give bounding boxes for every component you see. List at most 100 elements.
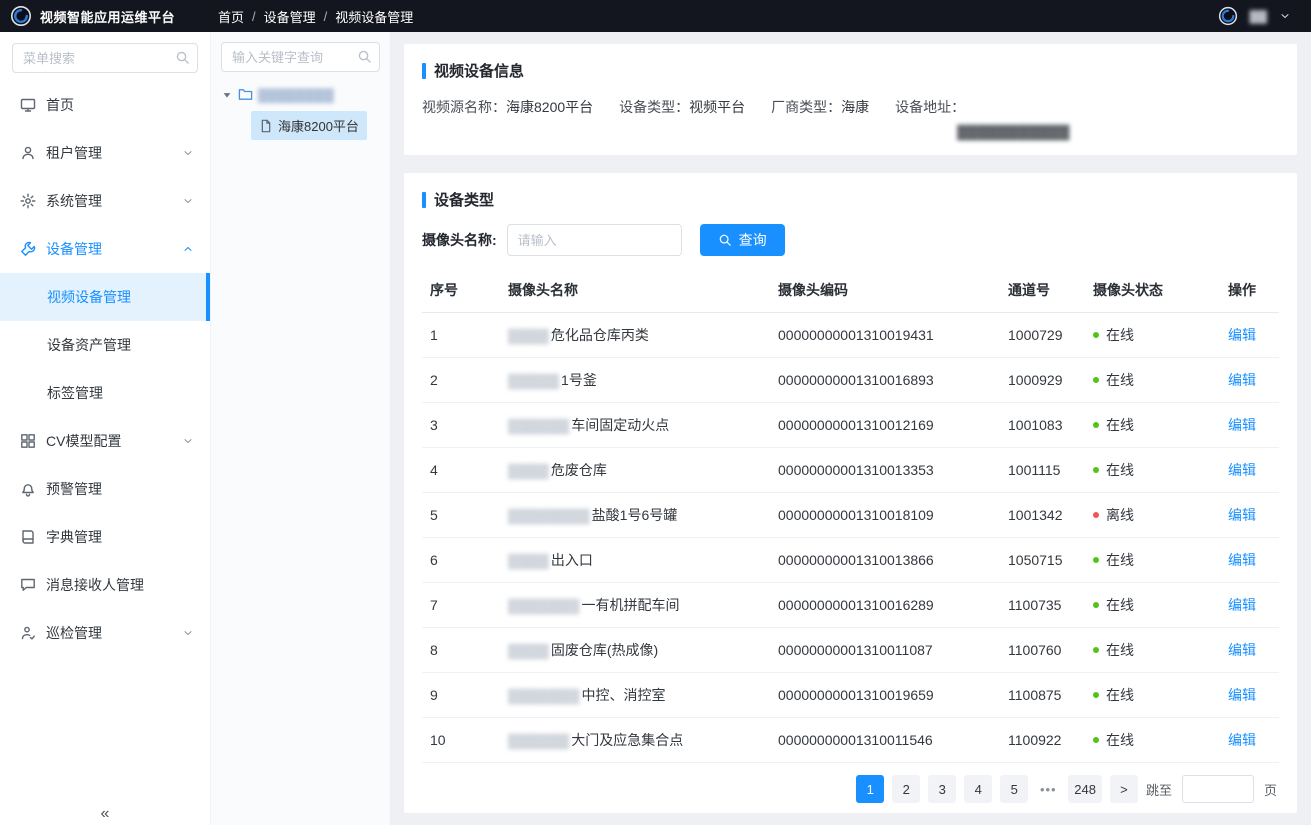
info-field-value: ▓▓▓▓▓▓▓▓▓▓▓ <box>957 123 1070 139</box>
cell-action: 编辑 <box>1220 313 1279 358</box>
sidebar-subitem-device-asset[interactable]: 设备资产管理 <box>0 321 210 369</box>
sidebar-item-device[interactable]: 设备管理 <box>0 225 210 273</box>
sidebar-item-alert[interactable]: 预警管理 <box>0 465 210 513</box>
query-button[interactable]: 查询 <box>700 224 785 256</box>
camera-name: 固废仓库(热成像) <box>551 642 658 658</box>
tree-node-root[interactable]: ▓▓▓▓▓▓▓▓ <box>221 87 380 102</box>
cell-no: 7 <box>422 583 500 628</box>
edit-link[interactable]: 编辑 <box>1228 462 1256 478</box>
topbar: 视频智能应用运维平台 首页/设备管理/视频设备管理 ▓▓ <box>0 0 1311 32</box>
cell-action: 编辑 <box>1220 448 1279 493</box>
pagination: 12345•••248>跳至页 <box>422 763 1279 805</box>
status-badge: 在线 <box>1093 415 1212 435</box>
sidebar-subitem-video-device[interactable]: 视频设备管理 <box>0 273 210 321</box>
table-row: 2▓▓▓▓▓1号釜000000000013100168931000929在线编辑 <box>422 358 1279 403</box>
status-badge: 在线 <box>1093 325 1212 345</box>
edit-link[interactable]: 编辑 <box>1228 732 1256 748</box>
status-text: 离线 <box>1106 505 1134 525</box>
cell-code: 00000000001310011546 <box>770 718 1000 763</box>
sidebar-item-cv-model[interactable]: CV模型配置 <box>0 417 210 465</box>
jump-page-input[interactable] <box>1182 775 1254 803</box>
status-text: 在线 <box>1106 730 1134 750</box>
status-dot <box>1093 557 1099 563</box>
edit-link[interactable]: 编辑 <box>1228 642 1256 658</box>
sidebar-item-patrol[interactable]: 巡检管理 <box>0 609 210 657</box>
sidebar-item-label: 首页 <box>46 95 74 115</box>
breadcrumb-item[interactable]: 首页 <box>218 7 244 26</box>
cell-action: 编辑 <box>1220 403 1279 448</box>
title-accent-bar <box>422 63 426 79</box>
sidebar: 首页租户管理系统管理设备管理视频设备管理设备资产管理标签管理CV模型配置预警管理… <box>0 32 210 825</box>
redacted-text: ▓▓▓▓ <box>508 642 549 658</box>
sidebar-subitem-tag[interactable]: 标签管理 <box>0 369 210 417</box>
info-field-value: 视频平台 <box>689 97 745 117</box>
chevron-up-icon <box>182 243 194 255</box>
sidebar-collapse-button[interactable]: « <box>0 805 210 823</box>
menu-search-input[interactable] <box>12 43 198 73</box>
page-button[interactable]: 5 <box>1000 775 1028 803</box>
cell-no: 10 <box>422 718 500 763</box>
cell-name: ▓▓▓▓▓▓▓▓盐酸1号6号罐 <box>500 493 770 538</box>
page-button[interactable]: 2 <box>892 775 920 803</box>
sidebar-item-message-receiver[interactable]: 消息接收人管理 <box>0 561 210 609</box>
edit-link[interactable]: 编辑 <box>1228 507 1256 523</box>
user-avatar[interactable] <box>1218 6 1238 26</box>
sidebar-item-dictionary[interactable]: 字典管理 <box>0 513 210 561</box>
table-row: 8▓▓▓▓固废仓库(热成像)00000000001310011087110076… <box>422 628 1279 673</box>
cell-no: 8 <box>422 628 500 673</box>
sidebar-item-system[interactable]: 系统管理 <box>0 177 210 225</box>
cell-channel: 1000929 <box>1000 358 1085 403</box>
camera-name-field <box>507 224 682 256</box>
file-icon <box>259 119 273 133</box>
table-header-row: 序号摄像头名称摄像头编码通道号摄像头状态操作 <box>422 268 1279 313</box>
cell-channel: 1001083 <box>1000 403 1085 448</box>
cell-name: ▓▓▓▓▓▓▓中控、消控室 <box>500 673 770 718</box>
next-page-button[interactable]: > <box>1110 775 1138 803</box>
table-row: 1▓▓▓▓危化品仓库丙类000000000013100194311000729在… <box>422 313 1279 358</box>
cell-no: 5 <box>422 493 500 538</box>
menu-search <box>12 43 198 73</box>
cell-code: 00000000001310019431 <box>770 313 1000 358</box>
status-dot <box>1093 647 1099 653</box>
edit-link[interactable]: 编辑 <box>1228 597 1256 613</box>
caret-down-icon[interactable] <box>221 89 233 101</box>
camera-name: 危化品仓库丙类 <box>551 327 649 343</box>
cell-status: 在线 <box>1085 313 1220 358</box>
table-row: 6▓▓▓▓出入口000000000013100138661050715在线编辑 <box>422 538 1279 583</box>
last-page-button[interactable]: 248 <box>1068 775 1102 803</box>
cell-action: 编辑 <box>1220 583 1279 628</box>
cell-channel: 1001342 <box>1000 493 1085 538</box>
camera-name: 盐酸1号6号罐 <box>592 507 678 523</box>
sidebar-item-label: 巡检管理 <box>46 623 102 643</box>
sidebar-item-label: 消息接收人管理 <box>46 575 144 595</box>
tree-search <box>221 42 380 72</box>
edit-link[interactable]: 编辑 <box>1228 327 1256 343</box>
device-type-card: 设备类型 摄像头名称: 查询 序号摄像头名称摄像头编码通道号摄像头状态操作 <box>404 173 1297 813</box>
redacted-text: ▓▓▓▓ <box>508 327 549 343</box>
tree-node-selected[interactable]: 海康8200平台 <box>251 111 367 140</box>
cell-code: 00000000001310011087 <box>770 628 1000 673</box>
edit-link[interactable]: 编辑 <box>1228 687 1256 703</box>
cell-no: 3 <box>422 403 500 448</box>
page-button[interactable]: 3 <box>928 775 956 803</box>
page-ellipsis[interactable]: ••• <box>1036 782 1060 797</box>
edit-link[interactable]: 编辑 <box>1228 417 1256 433</box>
redacted-text: ▓▓▓▓▓▓▓ <box>508 597 579 613</box>
jump-label: 跳至 <box>1146 780 1172 799</box>
cell-status: 在线 <box>1085 718 1220 763</box>
breadcrumb-item[interactable]: 视频设备管理 <box>335 7 413 26</box>
page-button[interactable]: 1 <box>856 775 884 803</box>
app-title: 视频智能应用运维平台 <box>40 7 175 26</box>
edit-link[interactable]: 编辑 <box>1228 552 1256 568</box>
chevron-down-icon[interactable] <box>1279 10 1291 22</box>
cell-status: 在线 <box>1085 538 1220 583</box>
page-button[interactable]: 4 <box>964 775 992 803</box>
edit-link[interactable]: 编辑 <box>1228 372 1256 388</box>
cell-code: 00000000001310016289 <box>770 583 1000 628</box>
cell-action: 编辑 <box>1220 718 1279 763</box>
chevron-down-icon <box>182 195 194 207</box>
breadcrumb-item[interactable]: 设备管理 <box>264 7 316 26</box>
camera-name-input[interactable] <box>507 224 682 256</box>
sidebar-item-home[interactable]: 首页 <box>0 81 210 129</box>
sidebar-item-tenant[interactable]: 租户管理 <box>0 129 210 177</box>
